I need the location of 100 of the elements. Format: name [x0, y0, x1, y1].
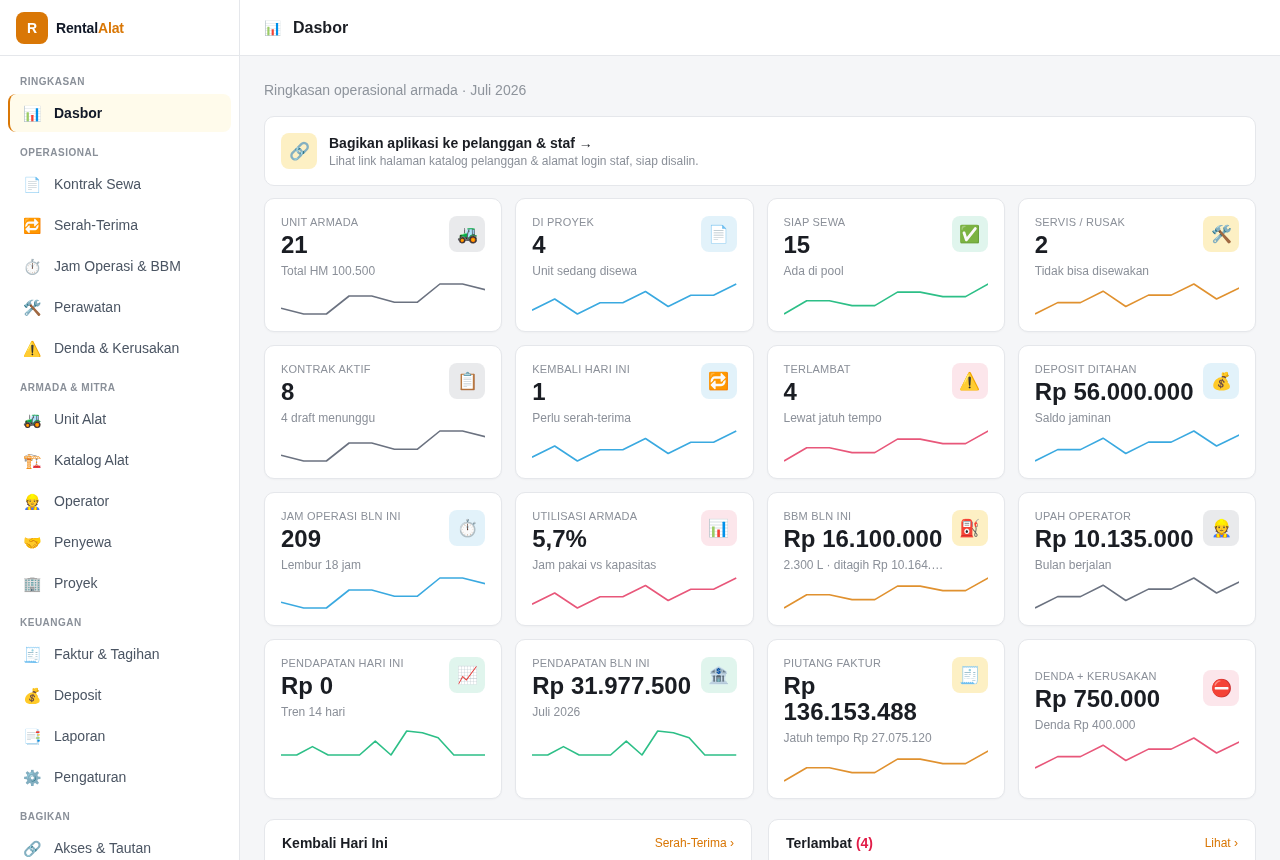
no-entry-icon: ⛔ [1203, 670, 1239, 706]
sidebar-item[interactable]: 🧾 Faktur & Tagihan [8, 635, 231, 673]
money-bag-icon: 💰 [1203, 363, 1239, 399]
stat-value: Rp 56.000.000 [1034, 379, 1195, 405]
section-heading: ARMADA & MITRA [19, 381, 117, 395]
warning-icon: ⚠ [951, 363, 988, 399]
sidebar-item[interactable]: 🔁 Serah-Terima [8, 206, 231, 244]
sidebar-item[interactable]: 🔗 Akses & Tautan [8, 829, 231, 860]
bar-chart-icon: 📊 [700, 510, 737, 546]
sidebar-item[interactable]: ⚙ Pengaturan [8, 758, 231, 796]
stat-note: Saldo jaminan [1034, 410, 1112, 426]
tools-icon: 🛠 [24, 299, 41, 315]
handshake-icon: 🤝 [24, 534, 41, 550]
worker-icon: 👷 [1203, 510, 1239, 546]
stat-label: TERLAMBAT [783, 362, 852, 376]
stat-value: 209 [281, 526, 323, 552]
sidebar-item[interactable]: 👷 Operator [8, 482, 231, 520]
stat-note: Tren 14 hari [281, 704, 347, 720]
stat-value: 8 [281, 379, 296, 405]
page-subtitle: Ringkasan operasional armada · Juli 2026 [264, 81, 528, 100]
stat-value: Rp 16.100.000 [783, 526, 944, 552]
bank-icon: 🏦 [700, 657, 737, 693]
stat-value: 15 [783, 232, 812, 258]
sidebar-item[interactable]: ⚠ Denda & Kerusakan [8, 329, 231, 367]
section-heading: OPERASIONAL [19, 146, 100, 160]
clipboard-icon: 📋 [449, 363, 486, 399]
stat-label: BBM BLN INI [783, 509, 853, 523]
stat-label: UTILISASI ARMADA [532, 509, 639, 523]
sidebar-item[interactable]: 💰 Deposit [8, 676, 231, 714]
stat-note: Total HM 100.500 [281, 263, 377, 279]
stat-value: 5,7% [532, 526, 588, 552]
fuel-pump-icon: ⛽ [951, 510, 988, 546]
share-banner[interactable]: 🔗 Bagikan aplikasi ke pelanggan & staf → Lihat link halaman katalog pelanggan & alamat login staf, siap disalin. [264, 116, 1256, 186]
tractor-icon: 🚜 [449, 216, 486, 252]
tractor-icon: 🚜 [24, 411, 41, 427]
stat-label: KEMBALI HARI INI [532, 362, 631, 376]
document-icon: 📄 [24, 176, 41, 192]
stat-value: Rp 0 [281, 673, 334, 699]
stat-value: 1 [532, 379, 547, 405]
stat-value: Rp 10.135.000 [1034, 526, 1195, 552]
tools-icon: 🛠 [1203, 216, 1239, 252]
stat-note: Lewat jatuh tempo [783, 410, 883, 426]
receipt-icon: 🧾 [24, 646, 41, 662]
stat-value: Rp 136.153.488 [783, 673, 918, 725]
stat-note: Tidak bisa disewakan [1034, 263, 1151, 279]
panel-title: Terlambat (4) [786, 834, 873, 853]
settings-icon: ⚙ [24, 769, 41, 785]
stat-value: 21 [281, 232, 309, 258]
stat-value: Rp 31.977.500 [532, 673, 693, 699]
sidebar-item[interactable]: 🏢 Proyek [8, 564, 231, 602]
stat-label: DENDA + KERUSAKAN [1034, 669, 1158, 683]
stat-label: DEPOSIT DITAHAN [1034, 362, 1138, 376]
check-mark-icon: ✅ [951, 216, 988, 252]
panel-title: Kembali Hari Ini [282, 834, 388, 853]
stat-label: DI PROYEK [532, 215, 596, 229]
stat-label: SIAP SEWA [783, 215, 847, 229]
sidebar-item[interactable]: 📊 Dasbor [8, 94, 231, 132]
page-title: Dasbor [293, 17, 349, 38]
brand-name: RentalAlat [56, 18, 124, 38]
stopwatch-icon: ⏱ [24, 258, 41, 274]
sidebar-item[interactable]: 🏗 Katalog Alat [8, 441, 231, 479]
banner-title: Bagikan aplikasi ke pelanggan & staf → [329, 133, 594, 152]
warning-icon: ⚠ [24, 340, 41, 356]
repeat-icon: 🔁 [24, 217, 41, 233]
stat-label: UPAH OPERATOR [1034, 509, 1133, 523]
section-heading: RINGKASAN [19, 75, 87, 89]
receipt-icon: 🧾 [951, 657, 988, 693]
section-heading: KEUANGAN [19, 616, 83, 630]
chart-increasing-icon: 📈 [449, 657, 486, 693]
crane-icon: 🏗 [24, 452, 41, 468]
money-bag-icon: 💰 [24, 687, 41, 703]
link-icon: 🔗 [24, 840, 41, 856]
stat-note: Perlu serah-terima [532, 410, 632, 426]
banner-description: Lihat link halaman katalog pelanggan & alamat login staf, siap disalin. [329, 152, 699, 169]
sidebar-item[interactable]: 🛠 Perawatan [8, 288, 231, 326]
stat-note: Denda Rp 400.000 [1034, 717, 1137, 733]
link-icon: 🔗 [281, 133, 317, 169]
stat-label: KONTRAK AKTIF [281, 362, 372, 376]
stat-note: Jatuh tempo Rp 27.075.120 [783, 730, 933, 746]
sidebar-item[interactable]: 🚜 Unit Alat [8, 400, 231, 438]
sidebar-item[interactable]: 📄 Kontrak Sewa [8, 165, 231, 203]
section-heading: BAGIKAN [19, 810, 72, 824]
stat-label: UNIT ARMADA [281, 215, 360, 229]
sidebar-item[interactable]: 📑 Laporan [8, 717, 231, 755]
stat-label: PENDAPATAN BLN INI [532, 656, 651, 670]
sidebar-item[interactable]: 🤝 Penyewa [8, 523, 231, 561]
office-building-icon: 🏢 [24, 575, 41, 591]
stat-note: Bulan berjalan [1034, 557, 1113, 573]
bookmark-tabs-icon: 📑 [24, 728, 41, 744]
bar-chart-icon: 📊 [264, 20, 281, 35]
sidebar-item[interactable]: ⏱ Jam Operasi & BBM [8, 247, 231, 285]
stat-label: PENDAPATAN HARI INI [281, 656, 405, 670]
stat-label: PIUTANG FAKTUR [783, 656, 883, 670]
stat-note: Juli 2026 [532, 704, 582, 720]
stat-value: Rp 750.000 [1034, 686, 1162, 712]
stat-note: 2.300 L · ditagih Rp 10.164.… [783, 557, 945, 573]
bar-chart-icon: 📊 [24, 105, 41, 121]
stat-note: Ada di pool [783, 263, 845, 279]
stat-value: 4 [532, 232, 547, 258]
worker-icon: 👷 [24, 493, 41, 509]
